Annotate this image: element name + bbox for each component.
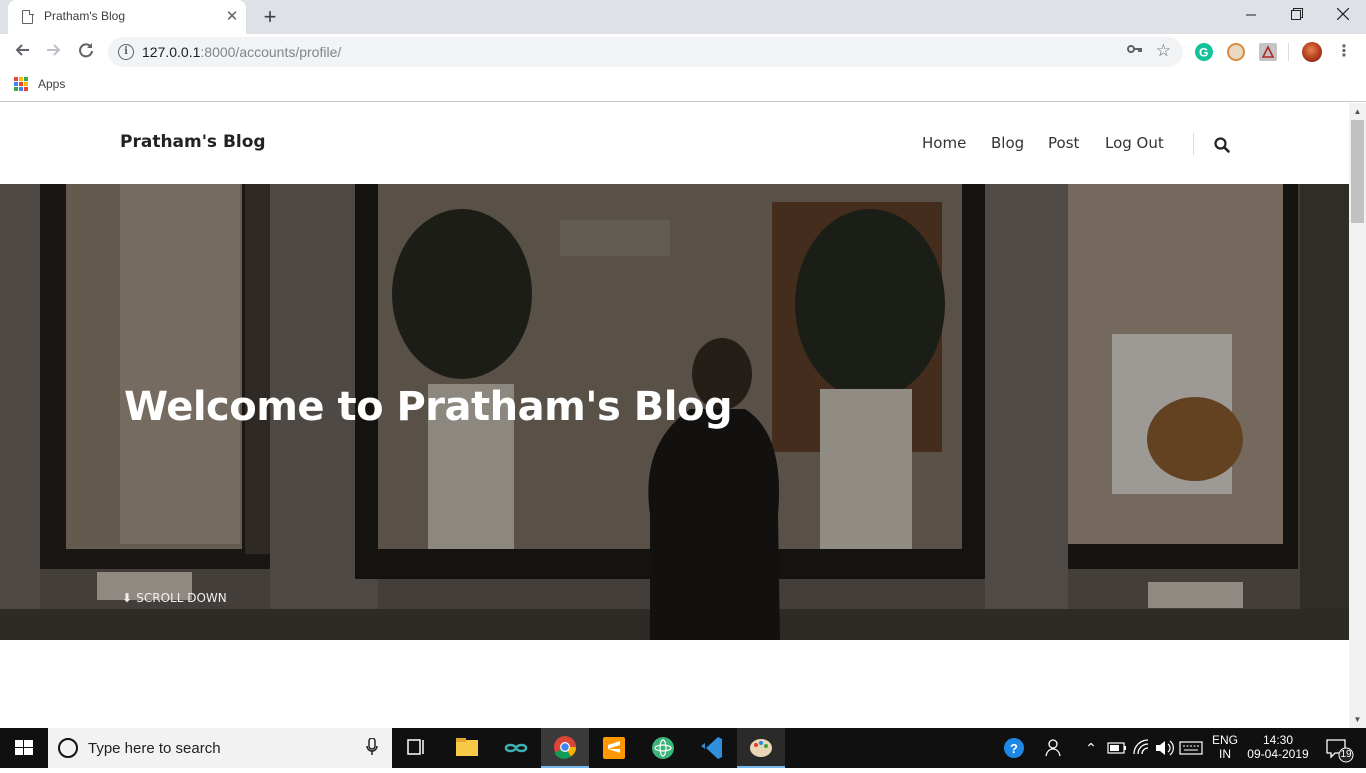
sublime-text-icon[interactable] [590, 728, 638, 768]
chrome-icon[interactable] [541, 728, 589, 768]
restore-button[interactable] [1274, 0, 1320, 30]
close-window-button[interactable] [1320, 0, 1366, 30]
svg-text:G: G [1199, 46, 1208, 60]
tab-close-icon[interactable]: ✕ [222, 7, 242, 27]
profile-avatar[interactable] [1302, 42, 1322, 62]
battery-icon[interactable] [1104, 728, 1128, 768]
search-icon[interactable] [1213, 136, 1231, 154]
nav-log-out[interactable]: Log Out [1105, 134, 1164, 152]
chrome-menu-icon[interactable]: ⋮ [1336, 41, 1352, 63]
extension-icon[interactable] [1227, 43, 1245, 61]
scroll-up-arrow-icon[interactable]: ▲ [1349, 103, 1366, 120]
page-viewport: Pratham's Blog Home Blog Post Log Out We… [0, 103, 1349, 728]
apps-bookmark[interactable]: Apps [38, 77, 65, 91]
atom-icon[interactable] [639, 728, 687, 768]
back-arrow-icon[interactable] [8, 38, 36, 66]
clock[interactable]: 14:30 09-04-2019 [1244, 728, 1312, 768]
vscode-icon[interactable] [688, 728, 736, 768]
browser-tab-strip: Pratham's Blog ✕ + [0, 0, 1366, 34]
scroll-down-arrow-icon[interactable]: ▼ [1349, 711, 1366, 728]
volume-icon[interactable] [1153, 728, 1175, 768]
cortana-icon [58, 738, 78, 758]
language-code: ENG [1211, 733, 1238, 747]
browser-toolbar: i 127.0.0.1:8000/accounts/profile/ ☆ G ⋮ [0, 34, 1366, 70]
site-header: Pratham's Blog Home Blog Post Log Out [0, 103, 1349, 184]
windows-taskbar: Type here to search ? ⌃ ENG IN 14:30 09-… [0, 728, 1366, 768]
nav-home[interactable]: Home [922, 134, 966, 152]
action-center-icon[interactable]: 19 [1318, 728, 1358, 768]
keyboard-icon[interactable] [1178, 728, 1204, 768]
browser-tab[interactable]: Pratham's Blog ✕ [8, 0, 246, 34]
grammarly-extension-icon[interactable]: G [1195, 43, 1213, 61]
hero-section: Welcome to Pratham's Blog ⬇ SCROLL DOWN [0, 184, 1349, 640]
toolbar-divider [1288, 43, 1289, 61]
scroll-down-label: SCROLL DOWN [136, 591, 227, 605]
hero-title: Welcome to Pratham's Blog [124, 384, 733, 430]
nav-post[interactable]: Post [1048, 134, 1079, 152]
start-button[interactable] [0, 728, 48, 768]
clock-time: 14:30 [1262, 733, 1294, 747]
password-key-icon[interactable] [1127, 42, 1143, 58]
url-host: 127.0.0.1 [142, 44, 201, 60]
bookmarks-bar: Apps [0, 70, 1366, 102]
svg-text:?: ? [1010, 741, 1018, 756]
scrollbar-thumb[interactable] [1351, 120, 1364, 223]
nav-blog[interactable]: Blog [991, 134, 1024, 152]
page-scrollbar[interactable]: ▲ ▼ [1349, 103, 1366, 728]
scroll-down-link[interactable]: ⬇ SCROLL DOWN [122, 591, 227, 605]
notification-count-badge: 19 [1340, 749, 1352, 760]
minimize-button[interactable] [1228, 0, 1274, 30]
taskbar-search-placeholder: Type here to search [88, 740, 221, 757]
arduino-icon[interactable] [492, 728, 540, 768]
pdf-extension-icon[interactable] [1259, 43, 1277, 61]
page-favicon-icon [22, 9, 34, 24]
apps-grid-icon[interactable] [14, 77, 28, 91]
reload-icon[interactable] [72, 38, 100, 66]
url-text: 127.0.0.1:8000/accounts/profile/ [142, 44, 341, 60]
bookmark-star-icon[interactable]: ☆ [1156, 41, 1171, 61]
url-path: :8000/accounts/profile/ [200, 44, 342, 60]
file-explorer-icon[interactable] [443, 728, 491, 768]
task-view-icon[interactable] [392, 728, 440, 768]
taskbar-search-box[interactable]: Type here to search [48, 728, 392, 768]
microphone-icon[interactable] [366, 737, 378, 760]
help-icon[interactable]: ? [1000, 728, 1028, 768]
region-code: IN [1219, 747, 1231, 761]
language-indicator[interactable]: ENG IN [1208, 728, 1242, 768]
tray-chevron-up-icon[interactable]: ⌃ [1080, 728, 1102, 768]
people-icon[interactable] [1042, 728, 1068, 768]
forward-arrow-icon[interactable] [40, 38, 68, 66]
nav-divider [1193, 133, 1194, 155]
site-brand-link[interactable]: Pratham's Blog [120, 132, 266, 152]
new-tab-button[interactable]: + [258, 5, 282, 29]
clock-date: 09-04-2019 [1247, 747, 1309, 761]
down-arrow-icon: ⬇ [122, 591, 137, 605]
tab-title: Pratham's Blog [44, 9, 125, 23]
address-bar[interactable]: i 127.0.0.1:8000/accounts/profile/ ☆ [108, 37, 1183, 67]
paint-icon[interactable] [737, 728, 785, 768]
wifi-icon[interactable] [1130, 728, 1152, 768]
site-info-icon[interactable]: i [118, 44, 134, 60]
